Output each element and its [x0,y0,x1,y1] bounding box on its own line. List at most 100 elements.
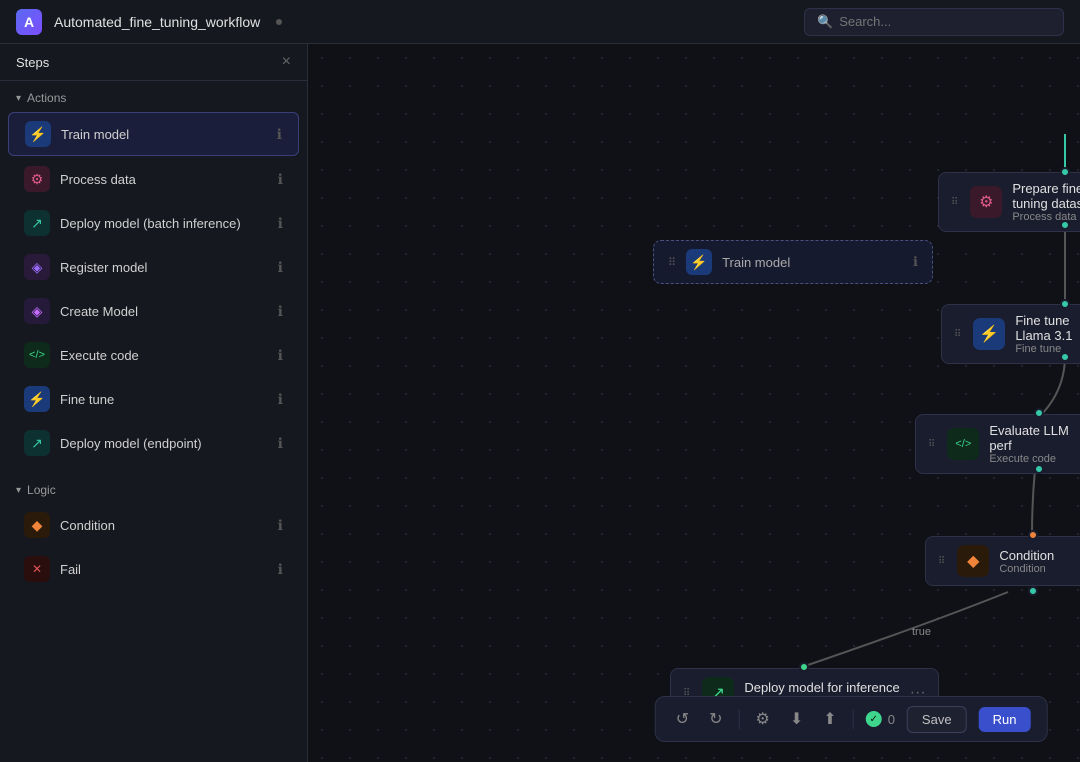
sidebar-header: Steps × [0,44,307,81]
logic-chevron-icon: ▾ [16,485,21,496]
train-model-canvas-icon: ⚡ [686,249,712,275]
condition-canvas-title: Condition [999,548,1080,563]
deploy-endpoint-info-icon[interactable]: ℹ [278,435,283,452]
bottom-toolbar: ↺ ↻ ⚙ ⬇ ⬆ ✓ 0 Save Run [655,696,1048,742]
prepare-dataset-subtitle: Process data [1012,211,1080,223]
sidebar-item-process-data[interactable]: ⚙ Process data ℹ [8,158,299,200]
process-data-icon: ⚙ [24,166,50,192]
evaluate-llm-title: Evaluate LLM perf [989,423,1076,453]
sidebar-item-fail[interactable]: ✕ Fail ℹ [8,548,299,590]
condition-canvas-drag-icon: ⠿ [938,556,945,567]
condition-canvas-node-icon: ◆ [957,545,989,577]
register-model-label: Register model [60,260,268,275]
prepare-dataset-title: Prepare fine tuning dataset [1012,181,1080,211]
deploy-inference-title: Deploy model for inference [744,680,899,695]
condition-label: Condition [60,518,268,533]
sidebar-item-deploy-endpoint[interactable]: ↗ Deploy model (endpoint) ℹ [8,422,299,464]
fail-icon: ✕ [24,556,50,582]
app-header: A Automated_fine_tuning_workflow 🔍 [0,0,1080,44]
train-model-canvas-drag-icon: ⠿ [668,256,676,269]
fine-tune-info-icon[interactable]: ℹ [278,391,283,408]
sidebar-item-fine-tune[interactable]: ⚡ Fine tune ℹ [8,378,299,420]
status-dot: ✓ [866,711,882,727]
evaluate-llm-drag-icon: ⠿ [928,439,935,450]
sidebar-item-create-model[interactable]: ◈ Create Model ℹ [8,290,299,332]
fine-tune-llama-drag-icon: ⠿ [954,329,961,340]
train-model-canvas-node[interactable]: ⠿ ⚡ Train model ℹ [653,240,933,284]
execute-code-info-icon[interactable]: ℹ [278,347,283,364]
header-dot [276,19,282,25]
execute-code-label: Execute code [60,348,268,363]
sidebar-item-train-model[interactable]: ⚡ Train model ℹ [8,112,299,156]
save-button[interactable]: Save [907,706,967,733]
condition-canvas-node[interactable]: ⠿ ◆ Condition Condition ··· [925,536,1080,586]
fail-info-icon[interactable]: ℹ [278,561,283,578]
chevron-down-icon: ▾ [16,93,21,104]
deploy-batch-info-icon[interactable]: ℹ [278,215,283,232]
status-indicator: ✓ 0 [866,711,895,727]
prepare-dataset-bottom-dot [1060,220,1070,230]
sidebar-item-execute-code[interactable]: </> Execute code ℹ [8,334,299,376]
logic-section-label: Logic [27,483,56,497]
search-input[interactable] [839,14,1051,29]
run-button[interactable]: Run [979,707,1031,732]
download-button[interactable]: ⬇ [786,705,807,733]
process-data-label: Process data [60,172,268,187]
fine-tune-llama-subtitle: Fine tune [1015,343,1080,355]
prepare-dataset-node[interactable]: ⠿ ⚙ Prepare fine tuning dataset Process … [938,172,1080,232]
deploy-batch-icon: ↗ [24,210,50,236]
deploy-endpoint-icon: ↗ [24,430,50,456]
condition-top-dot [1028,530,1038,540]
redo-button[interactable]: ↻ [705,705,726,733]
deploy-endpoint-label: Deploy model (endpoint) [60,436,268,451]
sidebar: Steps × ▾ Actions ⚡ Train model ℹ ⚙ Proc… [0,44,308,762]
toolbar-divider-2 [853,709,854,729]
train-model-canvas-info-icon[interactable]: ℹ [913,254,918,270]
prepare-dataset-node-icon: ⚙ [970,186,1002,218]
app-title: Automated_fine_tuning_workflow [54,14,260,30]
main-area: Steps × ▾ Actions ⚡ Train model ℹ ⚙ Proc… [0,44,1080,762]
register-model-info-icon[interactable]: ℹ [278,259,283,276]
evaluate-llm-node[interactable]: ⠿ </> Evaluate LLM perf Execute code ··· [915,414,1080,474]
evaluate-llm-bottom-dot [1034,464,1044,474]
search-container[interactable]: 🔍 [804,8,1064,36]
sidebar-title: Steps [16,55,49,70]
true-branch-label: true [912,626,931,638]
toolbar-divider-1 [739,709,740,729]
train-model-icon: ⚡ [25,121,51,147]
fine-tune-top-dot [1060,299,1070,309]
status-count: 0 [888,712,895,727]
train-model-info-icon[interactable]: ℹ [277,126,282,143]
prepare-dataset-drag-icon: ⠿ [951,197,958,208]
sidebar-item-condition[interactable]: ◆ Condition ℹ [8,504,299,546]
deploy-batch-label: Deploy model (batch inference) [60,216,268,231]
sidebar-item-deploy-batch[interactable]: ↗ Deploy model (batch inference) ℹ [8,202,299,244]
settings-button[interactable]: ⚙ [752,705,774,733]
sidebar-item-register-model[interactable]: ◈ Register model ℹ [8,246,299,288]
execute-code-icon: </> [24,342,50,368]
register-model-icon: ◈ [24,254,50,280]
fine-tune-label: Fine tune [60,392,268,407]
fine-tune-bottom-dot [1060,352,1070,362]
condition-icon: ◆ [24,512,50,538]
condition-info-icon[interactable]: ℹ [278,517,283,534]
actions-section-header[interactable]: ▾ Actions [0,81,307,111]
workflow-canvas[interactable]: ⠿ ⚡ Train model ℹ ⠿ ⚙ Prepare fine tunin… [308,44,1080,762]
sidebar-close-button[interactable]: × [282,54,291,70]
create-model-info-icon[interactable]: ℹ [278,303,283,320]
process-data-info-icon[interactable]: ℹ [278,171,283,188]
fine-tune-llama-title: Fine tune Llama 3.1 [1015,313,1080,343]
deploy-inference-top-dot [799,662,809,672]
condition-bottom-dot [1028,586,1038,596]
logic-section-header[interactable]: ▾ Logic [0,473,307,503]
evaluate-llm-top-dot [1034,408,1044,418]
create-model-icon: ◈ [24,298,50,324]
app-logo: A [16,9,42,35]
condition-canvas-subtitle: Condition [999,563,1080,575]
upload-button[interactable]: ⬆ [819,705,840,733]
actions-section-label: Actions [27,91,66,105]
create-model-label: Create Model [60,304,268,319]
fail-label: Fail [60,562,268,577]
undo-button[interactable]: ↺ [672,705,693,733]
train-model-canvas-label: Train model [722,255,790,270]
